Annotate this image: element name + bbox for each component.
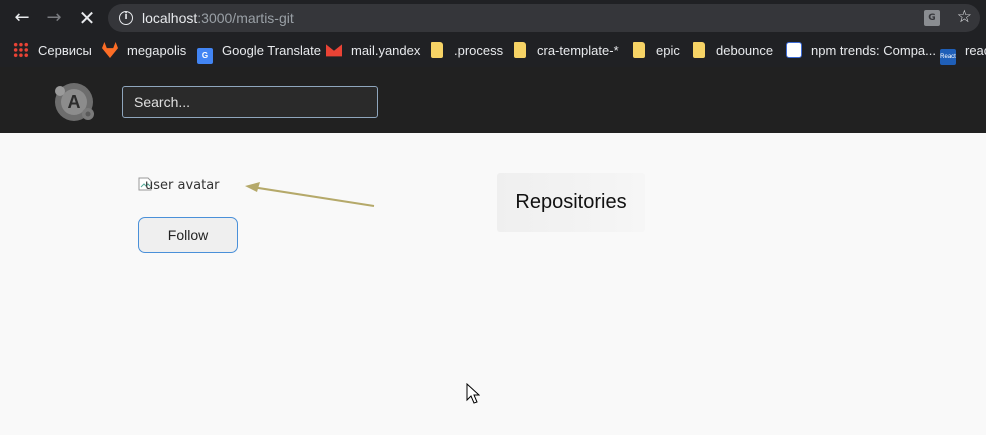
logo-letter: A	[68, 92, 81, 112]
bookmark-label: epic	[656, 43, 680, 58]
bookmark-label: reac	[965, 43, 986, 58]
folder-icon	[693, 42, 705, 58]
bookmark-label: megapolis	[127, 43, 187, 58]
bookmark-debounce[interactable]: debounce	[691, 42, 773, 60]
bookmark-epic[interactable]: epic	[631, 42, 680, 60]
repositories-button[interactable]: Repositories	[497, 173, 645, 232]
browser-toolbar: ← → ✕ i localhost:3000/martis-git G ☆	[0, 0, 986, 36]
search-input[interactable]	[122, 86, 378, 118]
folder-icon	[633, 42, 645, 58]
translate-icon[interactable]: G	[924, 10, 940, 26]
url-path: :3000/martis-git	[197, 10, 294, 26]
site-info-icon[interactable]: i	[119, 11, 133, 25]
bookmark-label: Сервисы	[38, 43, 92, 58]
bookmark-react[interactable]: React reac	[940, 42, 986, 65]
url-text[interactable]: localhost:3000/martis-git	[142, 10, 294, 26]
mouse-pointer-icon	[466, 383, 480, 404]
address-bar[interactable]: i localhost:3000/martis-git G ☆	[108, 4, 980, 32]
bookmark-services[interactable]: Сервисы	[13, 42, 92, 60]
gitlab-icon	[102, 42, 118, 58]
bookmark-process[interactable]: .process	[429, 42, 503, 60]
bookmark-label: mail.yandex	[351, 43, 421, 58]
bookmark-cra-template[interactable]: cra-template-*	[512, 42, 619, 60]
folder-icon	[514, 42, 526, 58]
google-translate-icon: G	[197, 48, 213, 64]
bookmark-npm-trends[interactable]: npm trends: Compa...	[786, 42, 936, 60]
bookmark-label: cra-template-*	[537, 43, 619, 58]
bookmark-megapolis[interactable]: megapolis	[102, 42, 186, 60]
react-icon: React	[940, 49, 956, 65]
star-icon[interactable]: ☆	[957, 7, 972, 27]
folder-icon	[431, 42, 443, 58]
annotation-arrow-icon	[245, 182, 375, 207]
url-host: localhost	[142, 10, 198, 26]
avatar: user avatar	[138, 177, 220, 193]
mail-icon	[326, 44, 342, 57]
profile-page: user avatar Follow Repositories	[0, 133, 986, 435]
app-header: A	[0, 67, 986, 133]
bookmark-label: .process	[454, 43, 504, 58]
bookmark-label: npm trends: Compa...	[811, 43, 936, 58]
avatar-alt-text: user avatar	[145, 178, 220, 193]
bookmarks-bar: Сервисы megapolis G Google Translate mail…	[0, 36, 986, 67]
app-logo-icon[interactable]: A	[50, 81, 98, 123]
bookmark-label: debounce	[716, 43, 774, 58]
bookmark-google-translate[interactable]: G Google Translate	[197, 42, 322, 64]
forward-icon[interactable]: →	[42, 6, 66, 30]
back-icon[interactable]: ←	[10, 6, 34, 30]
stop-loading-icon[interactable]: ✕	[75, 6, 99, 30]
apps-grid-icon	[13, 42, 29, 58]
bookmark-label: Google Translate	[222, 43, 322, 58]
follow-button[interactable]: Follow	[138, 217, 238, 253]
bookmark-mail-yandex[interactable]: mail.yandex	[326, 42, 420, 60]
npm-trends-icon	[786, 42, 802, 58]
